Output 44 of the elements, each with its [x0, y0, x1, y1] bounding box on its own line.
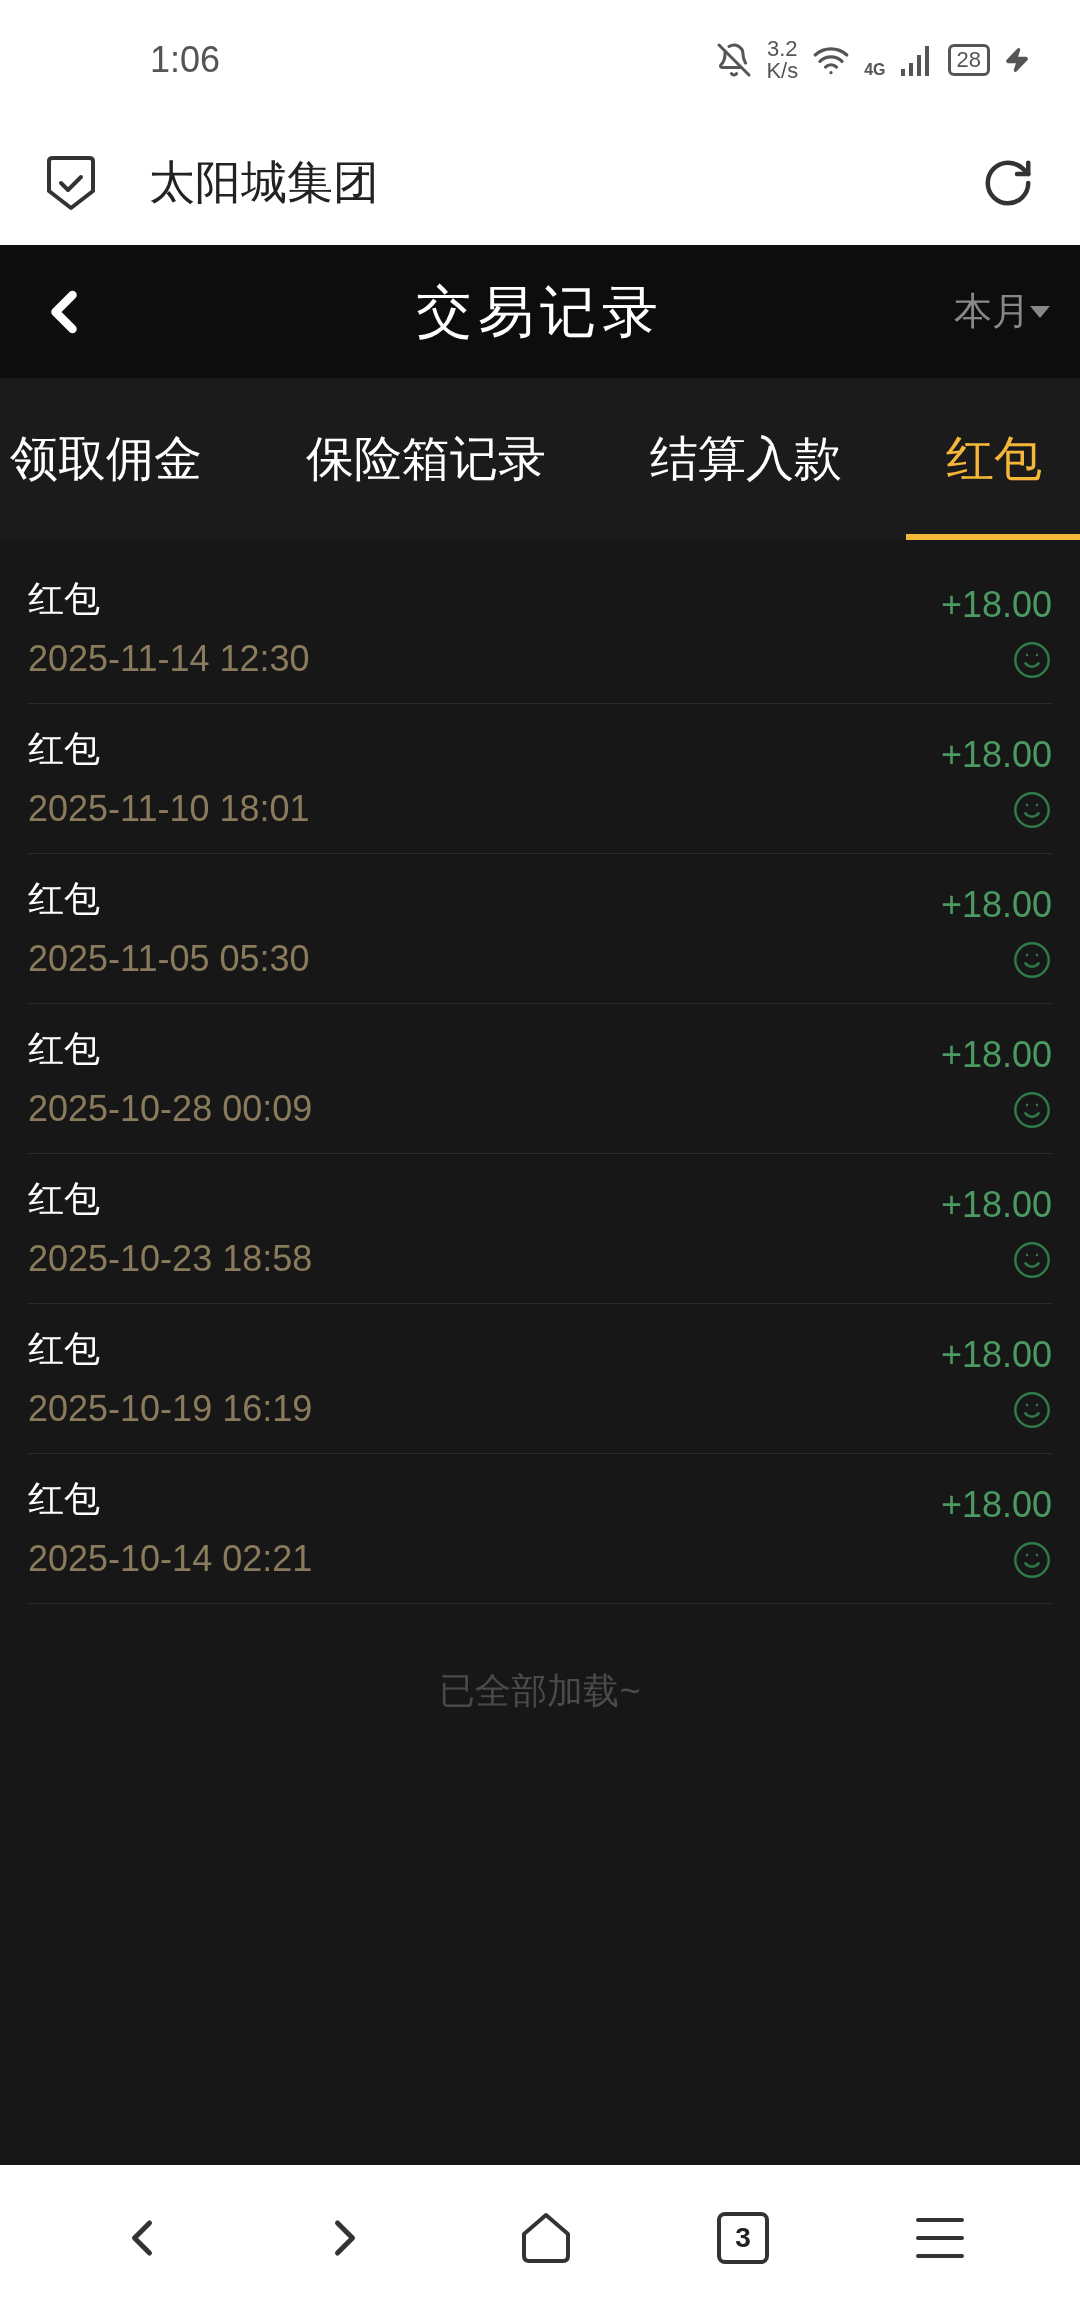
- month-filter[interactable]: 本月: [954, 283, 1050, 340]
- tab[interactable]: 红包: [906, 378, 1080, 540]
- record-amount: +18.00: [940, 582, 1052, 627]
- record-title: 红包: [28, 1476, 101, 1521]
- smile-icon: [1012, 939, 1052, 980]
- record-time: 2025-11-05 05:30: [28, 936, 310, 981]
- page-title: 太阳城集团: [149, 155, 380, 210]
- network-speed: 3.2 K/s: [766, 38, 799, 82]
- record-time: 2025-10-19 16:19: [28, 1386, 313, 1431]
- record-title: 红包: [28, 876, 101, 921]
- shield-check-icon: [45, 154, 97, 211]
- smile-icon: [1012, 1239, 1052, 1280]
- tabs-button[interactable]: 3: [717, 2211, 770, 2264]
- record-amount: +18.00: [940, 1032, 1052, 1077]
- record-title: 红包: [28, 726, 101, 771]
- record-amount: +18.00: [940, 1332, 1052, 1377]
- record-amount: +18.00: [940, 882, 1052, 927]
- smile-icon: [1012, 639, 1052, 680]
- record-amount: +18.00: [940, 732, 1052, 777]
- smile-icon: [1012, 1089, 1052, 1130]
- record-time: 2025-10-23 18:58: [28, 1236, 313, 1281]
- smile-icon: [1012, 1389, 1052, 1430]
- tab[interactable]: 结算入款: [650, 378, 842, 540]
- record-amount: +18.00: [940, 1182, 1052, 1227]
- status-time: 1:06: [150, 38, 221, 82]
- tab[interactable]: 领取佣金: [10, 378, 202, 540]
- record-amount: +18.00: [940, 1482, 1052, 1527]
- network-type: 4G: [864, 60, 886, 80]
- header-title: 交易记录: [416, 278, 664, 345]
- caret-icon: [1030, 305, 1050, 318]
- battery-indicator: 28: [947, 44, 990, 76]
- record-time: 2025-11-14 12:30: [28, 636, 310, 681]
- record-time: 2025-10-14 02:21: [28, 1536, 313, 1581]
- record-title: 红包: [28, 1326, 101, 1371]
- record-title: 红包: [28, 1176, 101, 1221]
- record-title: 红包: [28, 576, 101, 621]
- record-time: 2025-11-10 18:01: [28, 786, 310, 831]
- charging-icon: [1004, 47, 1030, 73]
- record-time: 2025-10-28 00:09: [28, 1086, 313, 1131]
- smile-icon: [1012, 1539, 1052, 1580]
- record-title: 红包: [28, 1026, 101, 1071]
- tab[interactable]: 保险箱记录: [306, 378, 546, 540]
- smile-icon: [1012, 789, 1052, 830]
- mute-icon: [716, 42, 753, 78]
